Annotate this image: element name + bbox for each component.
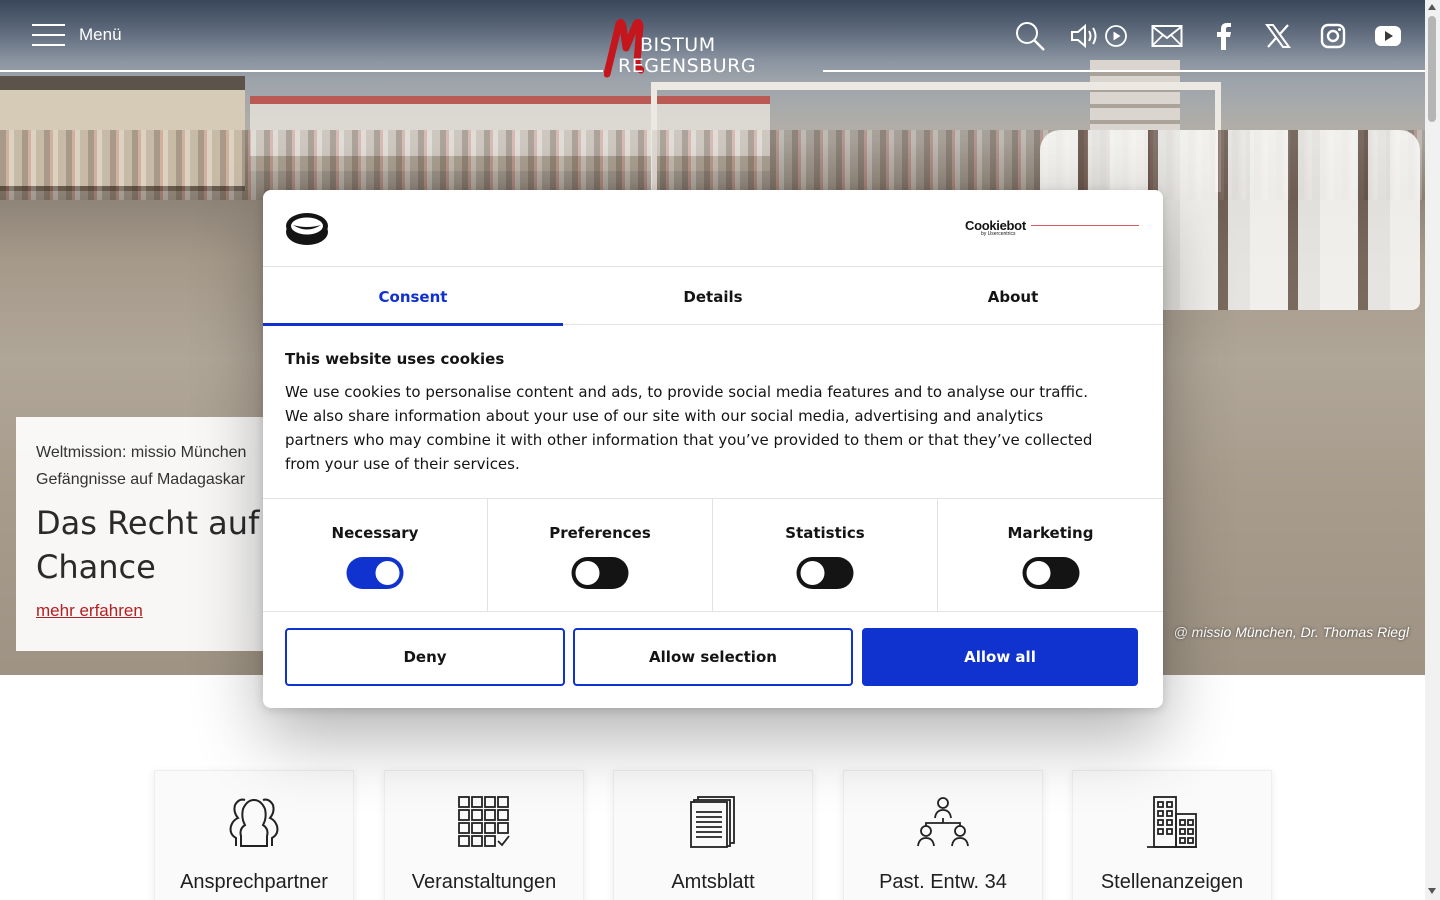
dialog-header: Cookiebot by Usercentrics [263, 190, 1163, 267]
menu-button[interactable]: Menü [32, 23, 122, 47]
dialog-tabs: Consent Details About [263, 268, 1163, 326]
category-label: Statistics [785, 524, 865, 542]
dialog-body: This website uses cookies We use cookies… [285, 350, 1105, 476]
category-label: Marketing [1007, 524, 1094, 542]
page-scrollbar[interactable] [1425, 0, 1440, 900]
teaser-title: Das Recht auf Chance [36, 504, 260, 586]
quick-link-label: Past. Entw. 34 [879, 871, 1007, 893]
cookiebot-underline [1031, 225, 1139, 226]
cookie-consent-dialog: Cookiebot by Usercentrics Consent Detail… [263, 190, 1163, 708]
mail-icon[interactable] [1149, 18, 1185, 54]
calendar-icon [451, 795, 517, 849]
teaser-kicker: Weltmission: missio München Gefängnisse … [36, 444, 247, 488]
x-icon[interactable] [1260, 18, 1296, 54]
quick-link-amtsblatt[interactable]: Amtsblatt [613, 770, 813, 900]
facebook-icon[interactable] [1205, 18, 1241, 54]
people-icon [221, 795, 287, 849]
scroll-down-arrow-icon[interactable] [1428, 888, 1436, 894]
search-icon[interactable] [1012, 18, 1048, 54]
statistics-toggle[interactable] [796, 557, 854, 589]
consent-categories: Necessary Preferences Statistics Marketi… [263, 498, 1163, 612]
tab-about[interactable]: About [863, 268, 1163, 325]
quick-link-label: Stellenanzeigen [1100, 871, 1244, 893]
play-icon[interactable] [1098, 18, 1134, 54]
tab-consent[interactable]: Consent [263, 268, 563, 326]
category-necessary: Necessary [263, 499, 488, 612]
category-marketing: Marketing [938, 499, 1163, 612]
scrollbar-thumb[interactable] [1428, 16, 1436, 122]
photo-credit: @ missio München, Dr. Thomas Riegl [1173, 624, 1409, 640]
tab-about-label: About [987, 287, 1039, 306]
building-icon [1139, 795, 1205, 849]
tab-details-label: Details [683, 287, 743, 306]
quick-link-label: Amtsblatt [671, 871, 755, 893]
dialog-title: This website uses cookies [285, 350, 505, 368]
category-label: Preferences [549, 524, 651, 542]
marketing-toggle[interactable] [1022, 557, 1079, 589]
quick-link-past-entw[interactable]: Past. Entw. 34 [843, 770, 1043, 900]
dialog-text: We use cookies to personalise content an… [285, 383, 1093, 473]
category-statistics: Statistics [713, 499, 938, 612]
network-icon [910, 795, 976, 849]
teaser-link[interactable]: mehr erfahren [36, 601, 143, 621]
document-icon [680, 795, 746, 849]
quick-link-veranstaltungen[interactable]: Veranstaltungen [384, 770, 584, 900]
allow-all-button[interactable]: Allow all [862, 628, 1138, 686]
preferences-toggle[interactable] [571, 557, 629, 589]
speaker-icon[interactable] [1066, 18, 1102, 54]
site-logo[interactable]: BISTUM REGENSBURG [604, 18, 760, 80]
hamburger-icon [32, 23, 65, 47]
quick-link-ansprechpartner[interactable]: Ansprechpartner [154, 770, 354, 900]
category-preferences: Preferences [488, 499, 713, 612]
instagram-icon[interactable] [1315, 18, 1351, 54]
tab-consent-label: Consent [378, 287, 448, 306]
category-label: Necessary [331, 524, 419, 542]
deny-button[interactable]: Deny [285, 628, 565, 686]
scroll-up-arrow-icon[interactable] [1428, 4, 1436, 10]
tab-details[interactable]: Details [563, 268, 863, 325]
cookiebot-byline: by Usercentrics [981, 231, 1016, 237]
necessary-toggle[interactable] [346, 557, 404, 589]
header-divider-right [823, 70, 1425, 72]
cookie-icon [286, 213, 328, 245]
quick-link-label: Ansprechpartner [180, 871, 328, 893]
quick-link-label: Veranstaltungen [411, 871, 557, 893]
quick-links: Ansprechpartner Veranstaltungen Amtsblat… [154, 770, 1272, 900]
header-divider-left [0, 70, 603, 72]
menu-label: Menü [79, 25, 122, 44]
logo-line2: REGENSBURG [618, 55, 757, 77]
youtube-icon[interactable] [1370, 18, 1406, 54]
dialog-actions: Deny Allow selection Allow all [285, 628, 1140, 686]
logo-line1: BISTUM [640, 34, 716, 56]
quick-link-stellenanzeigen[interactable]: Stellenanzeigen [1072, 770, 1272, 900]
allow-selection-button[interactable]: Allow selection [573, 628, 853, 686]
